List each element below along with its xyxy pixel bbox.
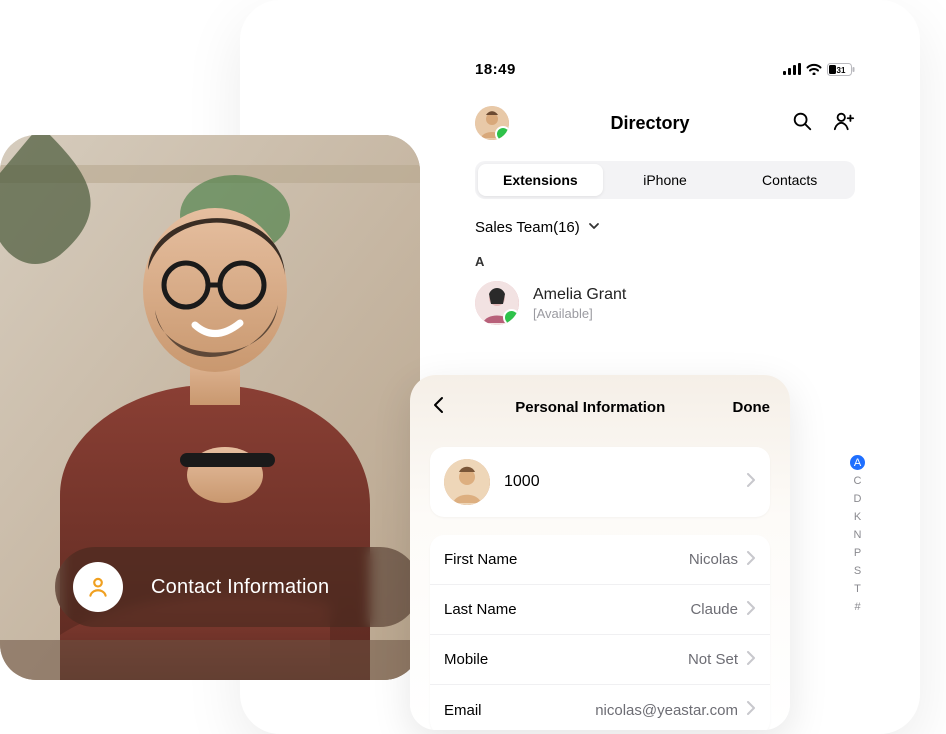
label-first-name: First Name (444, 551, 517, 568)
chevron-right-icon (746, 473, 756, 492)
personal-information-card: Personal Information Done 1000 First Nam… (410, 375, 790, 730)
tab-iphone[interactable]: iPhone (603, 164, 728, 196)
person-icon (85, 574, 111, 600)
card-title: Personal Information (515, 399, 665, 416)
chevron-right-icon (746, 551, 756, 569)
back-button[interactable] (430, 396, 448, 419)
row-email[interactable]: Email nicolas@yeastar.com (430, 685, 770, 730)
wifi-icon (806, 63, 822, 75)
index-letter[interactable]: N (850, 527, 865, 542)
svg-text:31: 31 (837, 66, 846, 75)
extension-number: 1000 (504, 473, 732, 491)
label-email: Email (444, 702, 482, 719)
chevron-left-icon (430, 396, 448, 414)
chevron-right-icon (746, 601, 756, 619)
pill-label: Contact Information (151, 576, 329, 599)
contact-avatar (475, 281, 519, 325)
section-letter: A (475, 254, 855, 269)
tab-contacts[interactable]: Contacts (727, 164, 852, 196)
profile-box[interactable]: 1000 (430, 447, 770, 517)
quick-index[interactable]: A C D K N P S T # (850, 455, 865, 614)
index-letter[interactable]: # (850, 599, 865, 614)
index-letter[interactable]: P (850, 545, 865, 560)
value-first-name: Nicolas (689, 551, 738, 568)
index-letter[interactable]: K (850, 509, 865, 524)
contact-name: Amelia Grant (533, 286, 626, 304)
battery-icon: 31 (827, 63, 855, 76)
contact-row[interactable]: Amelia Grant [Available] (475, 281, 855, 325)
contact-status: [Available] (533, 306, 626, 321)
page-title: Directory (610, 113, 689, 134)
row-first-name[interactable]: First Name Nicolas (430, 535, 770, 585)
chevron-down-icon (588, 219, 600, 236)
segment-control: Extensions iPhone Contacts (475, 161, 855, 199)
index-letter[interactable]: T (850, 581, 865, 596)
status-bar: 18:49 31 (475, 57, 855, 81)
index-letter[interactable]: D (850, 491, 865, 506)
group-selector[interactable]: Sales Team(16) (475, 219, 855, 236)
me-avatar[interactable] (475, 106, 509, 140)
row-mobile[interactable]: Mobile Not Set (430, 635, 770, 685)
value-email: nicolas@yeastar.com (595, 702, 738, 719)
status-icons: 31 (783, 63, 855, 76)
label-mobile: Mobile (444, 651, 488, 668)
index-letter[interactable]: C (850, 473, 865, 488)
person-icon-circle (73, 562, 123, 612)
status-time: 18:49 (475, 61, 516, 78)
group-label: Sales Team(16) (475, 219, 580, 236)
done-button[interactable]: Done (733, 399, 771, 416)
index-letter[interactable]: S (850, 563, 865, 578)
index-letter[interactable]: A (850, 455, 865, 470)
tab-extensions[interactable]: Extensions (478, 164, 603, 196)
chevron-right-icon (746, 651, 756, 669)
screen-header: Directory (475, 103, 855, 143)
value-mobile: Not Set (688, 651, 738, 668)
add-user-icon[interactable] (833, 110, 855, 137)
contact-information-pill[interactable]: Contact Information (55, 547, 420, 627)
fields-box: First Name Nicolas Last Name Claude Mobi… (430, 535, 770, 730)
signal-icon (783, 63, 801, 75)
label-last-name: Last Name (444, 601, 517, 618)
profile-avatar (444, 459, 490, 505)
value-last-name: Claude (690, 601, 738, 618)
search-icon[interactable] (791, 110, 813, 137)
chevron-right-icon (746, 701, 756, 719)
row-last-name[interactable]: Last Name Claude (430, 585, 770, 635)
